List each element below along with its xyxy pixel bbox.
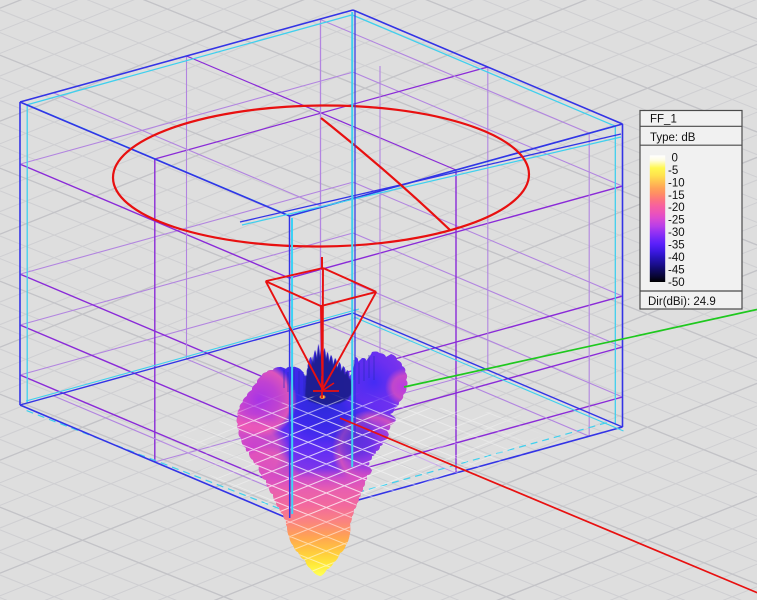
svg-text:-30: -30	[668, 227, 685, 239]
svg-text:-35: -35	[668, 240, 685, 252]
svg-text:-10: -10	[668, 177, 685, 189]
svg-text:Dir(dBi): 24.9: Dir(dBi): 24.9	[648, 296, 716, 308]
svg-text:FF_1: FF_1	[650, 114, 677, 126]
svg-text:Type: dB: Type: dB	[650, 132, 696, 144]
svg-text:-50: -50	[668, 277, 685, 289]
svg-text:-15: -15	[668, 190, 685, 202]
svg-text:-5: -5	[668, 165, 678, 177]
svg-text:-40: -40	[668, 252, 685, 264]
svg-text:-25: -25	[668, 215, 685, 227]
svg-text:-45: -45	[668, 265, 685, 277]
svg-text:-20: -20	[668, 202, 685, 214]
svg-text:0: 0	[672, 152, 678, 164]
